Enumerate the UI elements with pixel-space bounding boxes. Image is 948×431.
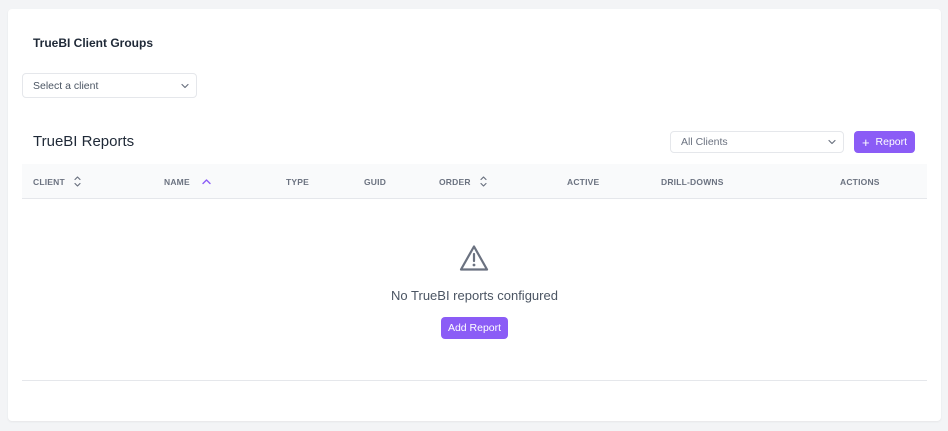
plus-icon: + xyxy=(861,134,870,150)
add-report-button-label: Report xyxy=(875,136,908,148)
column-header-active: ACTIVE xyxy=(567,176,600,187)
empty-state-message: No TrueBI reports configured xyxy=(391,288,558,303)
table-header: CLIENT NAME TYPE GUID ORDER ACTIVE DRILL… xyxy=(22,164,927,199)
column-header-drill-downs: DRILL-DOWNS xyxy=(661,176,724,187)
column-header-name[interactable]: NAME xyxy=(164,164,211,199)
reports-title: TrueBI Reports xyxy=(33,133,135,150)
column-header-client[interactable]: CLIENT xyxy=(33,164,81,199)
client-select[interactable]: Select a client xyxy=(22,73,197,98)
sort-both-icon xyxy=(74,176,81,187)
client-groups-title: TrueBI Client Groups xyxy=(33,36,154,50)
warning-triangle-icon xyxy=(459,245,489,271)
sort-ascending-icon xyxy=(202,179,211,185)
chevron-down-icon xyxy=(828,139,836,145)
table-bottom-divider xyxy=(22,380,927,381)
column-header-type: TYPE xyxy=(286,176,310,187)
column-header-order[interactable]: ORDER xyxy=(439,164,487,199)
chevron-down-icon xyxy=(181,83,189,88)
sort-both-icon xyxy=(480,176,487,187)
column-header-actions: ACTIONS xyxy=(840,176,880,187)
add-report-empty-button[interactable]: Add Report xyxy=(441,317,508,339)
add-report-button[interactable]: + Report xyxy=(854,131,915,153)
client-filter-value: All Clients xyxy=(681,136,728,148)
client-select-value: Select a client xyxy=(33,79,99,92)
client-filter-select[interactable]: All Clients xyxy=(670,131,844,153)
main-card: TrueBI Client Groups Select a client Tru… xyxy=(8,9,941,421)
column-header-guid: GUID xyxy=(364,176,387,187)
